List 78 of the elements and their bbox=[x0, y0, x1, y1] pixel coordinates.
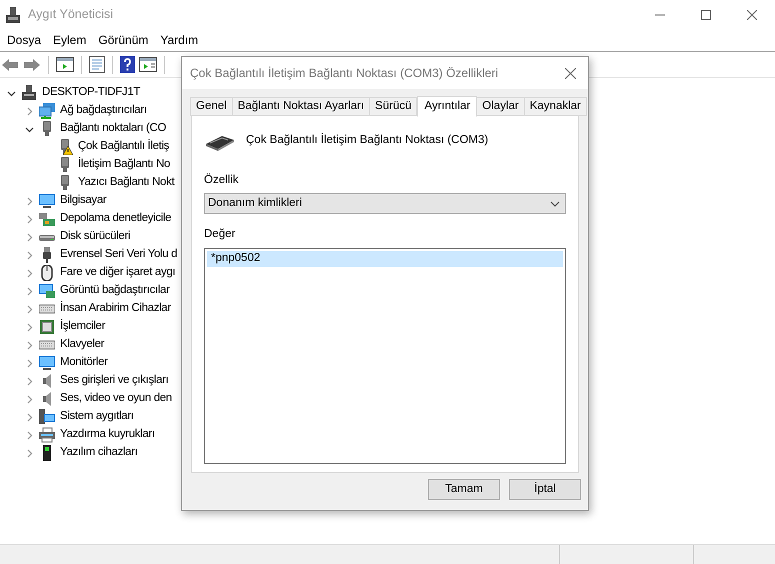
tree-item[interactable]: Bilgisayar bbox=[60, 192, 106, 210]
tree-item[interactable]: Evrensel Seri Veri Yolu d bbox=[60, 246, 178, 264]
chevron-right-icon[interactable] bbox=[25, 322, 34, 332]
value-list[interactable]: *pnp0502 bbox=[204, 248, 566, 464]
property-label: Özellik bbox=[204, 172, 239, 188]
chevron-right-icon[interactable] bbox=[25, 340, 34, 350]
chevron-right-icon[interactable] bbox=[25, 286, 34, 296]
monitor-icon bbox=[39, 355, 55, 371]
chevron-right-icon[interactable] bbox=[25, 358, 34, 368]
chevron-down-icon[interactable] bbox=[25, 124, 34, 134]
list-item[interactable]: *pnp0502 bbox=[207, 250, 563, 266]
dialog-button[interactable]: Tamam bbox=[428, 479, 500, 500]
property-dropdown[interactable]: Donanım kimlikleri bbox=[204, 193, 566, 214]
dialog-button[interactable]: İptal bbox=[509, 479, 581, 500]
tree-item[interactable]: Ses, video ve oyun den bbox=[60, 390, 172, 408]
tree-item[interactable]: Depolama denetleyicile bbox=[60, 210, 172, 228]
maximize-icon bbox=[701, 10, 711, 20]
chevron-right-icon[interactable] bbox=[25, 106, 34, 116]
tree-item[interactable]: Fare ve diğer işaret aygı bbox=[60, 264, 176, 282]
chevron-right-icon[interactable] bbox=[25, 304, 34, 314]
system-devices-icon bbox=[39, 409, 55, 425]
mouse-icon bbox=[39, 265, 55, 281]
tree-item[interactable]: Sistem aygıtları bbox=[60, 408, 134, 426]
tree-item[interactable]: Disk sürücüleri bbox=[60, 228, 130, 246]
device-name: Çok Bağlantılı İletişim Bağlantı Noktası (COM3) bbox=[246, 132, 488, 148]
chevron-right-icon[interactable] bbox=[25, 448, 34, 458]
tree-item[interactable]: Ses girişleri ve çıkışları bbox=[60, 372, 168, 390]
help-icon[interactable] bbox=[120, 56, 135, 73]
close-icon bbox=[747, 10, 757, 20]
menu-item[interactable]: Dosya bbox=[1, 29, 48, 51]
chevron-right-icon[interactable] bbox=[25, 394, 34, 404]
chevron-right-icon[interactable] bbox=[25, 376, 34, 386]
network-icon bbox=[39, 103, 55, 119]
tree-item[interactable]: Klavyeler bbox=[60, 336, 104, 354]
tree-item[interactable]: İnsan Arabirim Cihazlar bbox=[60, 300, 171, 318]
back-arrow-icon[interactable] bbox=[1, 58, 19, 72]
value-label: Değer bbox=[204, 227, 236, 242]
computer-icon bbox=[21, 85, 37, 101]
tab[interactable]: Genel bbox=[190, 97, 233, 116]
processor-icon bbox=[39, 319, 55, 335]
printer-icon bbox=[39, 427, 55, 443]
properties-icon[interactable] bbox=[89, 56, 105, 73]
storage-controller-icon bbox=[39, 211, 55, 227]
tree-item[interactable]: Yazıcı Bağlantı Nokt bbox=[78, 174, 174, 192]
menu-item[interactable]: Görünüm bbox=[92, 29, 154, 51]
chevron-right-icon[interactable] bbox=[25, 250, 34, 260]
display-adapter-icon bbox=[39, 283, 55, 299]
menu-item[interactable]: Yardım bbox=[154, 29, 204, 51]
tree-item[interactable]: Bağlantı noktaları (CO bbox=[60, 120, 166, 138]
tree-item[interactable]: DESKTOP-TIDFJ1T bbox=[42, 84, 140, 102]
action-pane-icon[interactable] bbox=[139, 57, 157, 72]
chevron-right-icon[interactable] bbox=[25, 268, 34, 278]
tab[interactable]: Sürücü bbox=[369, 97, 418, 116]
tree-item[interactable]: Monitörler bbox=[60, 354, 108, 372]
tab[interactable]: Ayrıntılar bbox=[417, 96, 478, 117]
chevron-right-icon[interactable] bbox=[25, 412, 34, 422]
menu-item[interactable]: Eylem bbox=[47, 29, 92, 51]
tree-item[interactable]: Yazılım cihazları bbox=[60, 444, 138, 462]
chevron-down-icon[interactable] bbox=[7, 88, 16, 98]
dialog-title: Çok Bağlantılı İletişim Bağlantı Noktası (COM3) Özellikleri bbox=[190, 65, 498, 82]
tree-item[interactable]: İletişim Bağlantı No bbox=[78, 156, 170, 174]
tree-item[interactable]: İşlemciler bbox=[60, 318, 106, 336]
tab[interactable]: Kaynaklar bbox=[524, 97, 587, 116]
app-icon bbox=[6, 6, 20, 22]
chevron-right-icon[interactable] bbox=[25, 196, 34, 206]
chevron-right-icon[interactable] bbox=[25, 214, 34, 224]
chevron-right-icon[interactable] bbox=[25, 232, 34, 242]
tree-item[interactable]: Ağ bağdaştırıcıları bbox=[60, 102, 147, 120]
tree-item[interactable]: Görüntü bağdaştırıcılar bbox=[60, 282, 170, 300]
console-tree-icon[interactable] bbox=[56, 57, 74, 72]
forward-arrow-icon[interactable] bbox=[23, 58, 41, 72]
close-icon bbox=[564, 68, 576, 78]
tree-item[interactable]: Çok Bağlantılı İletiş bbox=[78, 138, 170, 156]
chevron-right-icon[interactable] bbox=[25, 430, 34, 440]
monitor-icon bbox=[39, 193, 55, 209]
tree-item[interactable]: Yazdırma kuyrukları bbox=[60, 426, 155, 444]
chevron-down-icon bbox=[550, 200, 560, 207]
window-title: Aygıt Yöneticisi bbox=[28, 6, 114, 24]
